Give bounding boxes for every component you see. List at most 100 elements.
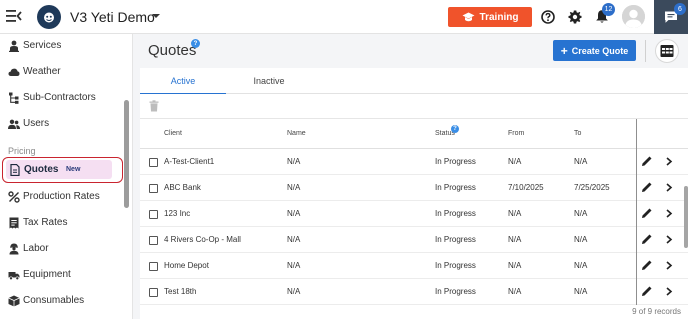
org-name[interactable]: V3 Yeti Demo (70, 9, 155, 25)
cell-from: N/A (508, 209, 522, 218)
hierarchy-icon (8, 92, 20, 104)
column-header-name[interactable]: Name (287, 130, 306, 137)
row-checkbox[interactable] (149, 236, 158, 245)
sidebar-item-weather[interactable]: Weather (0, 60, 124, 84)
cell-client: Test 18th (164, 287, 197, 296)
cell-name: N/A (287, 235, 301, 244)
sidebar-item-users[interactable]: Users (0, 112, 124, 136)
plus-icon: + (560, 43, 568, 58)
sidebar-item-label: Quotes (24, 164, 59, 175)
sidebar-item-tax-rates[interactable]: Tax Rates (0, 211, 124, 235)
tab-bar: Active Inactive (140, 68, 688, 95)
row-checkbox[interactable] (149, 288, 158, 297)
row-checkbox[interactable] (149, 210, 158, 219)
chevron-right-icon[interactable] (665, 235, 673, 244)
active-highlight (6, 160, 112, 179)
column-header-client[interactable]: Client (164, 130, 182, 137)
cell-name: N/A (287, 287, 301, 296)
cell-name: N/A (287, 209, 301, 218)
table-header: Client Name Status ? From To (140, 119, 688, 149)
sidebar-item-label: Services (23, 40, 62, 51)
row-checkbox[interactable] (149, 158, 158, 167)
help-icon[interactable] (541, 10, 555, 24)
table-row[interactable]: ABC Bank N/A In Progress 7/10/2025 7/25/… (140, 175, 688, 201)
pencil-icon[interactable] (641, 155, 653, 167)
table-row[interactable]: A-Test-Client1 N/A In Progress N/A N/A (140, 149, 688, 175)
avatar[interactable] (622, 5, 645, 28)
tab-active[interactable]: Active (140, 68, 226, 95)
chevron-right-icon[interactable] (665, 157, 673, 166)
pencil-icon[interactable] (641, 285, 653, 297)
table-row[interactable]: Home Depot N/A In Progress N/A N/A (140, 253, 688, 279)
cell-name: N/A (287, 157, 301, 166)
table-row[interactable]: Test 18th N/A In Progress N/A N/A (140, 279, 688, 305)
cell-status: In Progress (435, 209, 476, 218)
sidebar-item-label: Sub-Contractors (23, 92, 96, 103)
table-row[interactable]: 123 Inc N/A In Progress N/A N/A (140, 201, 688, 227)
record-count: 9 of 9 records (632, 307, 681, 316)
table-columns-icon (660, 44, 674, 58)
table-toolbar (140, 94, 688, 119)
top-bar: V3 Yeti Demo Training 12 6 (0, 0, 688, 34)
cell-from: N/A (508, 157, 522, 166)
chevron-right-icon[interactable] (665, 183, 673, 192)
sidebar-item-labor[interactable]: Labor (0, 237, 124, 261)
tab-inactive[interactable]: Inactive (226, 68, 312, 94)
cell-client: Home Depot (164, 261, 209, 270)
sidebar-scrollbar[interactable] (124, 100, 129, 208)
sidebar-item-label: Weather (23, 66, 61, 77)
row-checkbox[interactable] (149, 262, 158, 271)
sidebar: Services Weather Sub-Contractors Users P… (0, 34, 133, 319)
users-icon (8, 118, 20, 130)
gear-icon[interactable] (568, 10, 582, 24)
cell-to: N/A (574, 157, 588, 166)
sidebar-item-label: Production Rates (23, 191, 100, 202)
chevron-right-icon[interactable] (665, 261, 673, 270)
org-logo (37, 5, 61, 29)
sidebar-item-services[interactable]: Services (0, 34, 124, 58)
pencil-icon[interactable] (641, 233, 653, 245)
chevron-right-icon[interactable] (665, 287, 673, 296)
sidebar-item-label: Consumables (23, 295, 85, 306)
cell-to: N/A (574, 235, 588, 244)
help-icon[interactable]: ? (191, 39, 200, 48)
trash-icon[interactable] (149, 100, 159, 112)
cell-to: N/A (574, 209, 588, 218)
cell-from: N/A (508, 287, 522, 296)
content-scrollbar[interactable] (684, 186, 688, 248)
row-checkbox[interactable] (149, 184, 158, 193)
sidebar-item-production-rates[interactable]: Production Rates (0, 185, 124, 209)
column-settings-button[interactable] (655, 39, 679, 63)
sidebar-item-consumables[interactable]: Consumables (0, 289, 124, 313)
cell-from: N/A (508, 261, 522, 270)
pencil-icon[interactable] (641, 259, 653, 271)
cell-status: In Progress (435, 157, 476, 166)
cell-status: In Progress (435, 261, 476, 270)
column-header-from[interactable]: From (508, 130, 524, 137)
chevron-down-icon[interactable] (151, 11, 161, 21)
chat-count-badge: 6 (674, 3, 686, 15)
create-quote-button[interactable]: + Create Quote (553, 40, 636, 61)
cell-client: ABC Bank (164, 183, 201, 192)
training-button[interactable]: Training (448, 7, 532, 27)
cell-client: 123 Inc (164, 209, 191, 218)
chevron-right-icon[interactable] (665, 209, 673, 218)
pencil-icon[interactable] (641, 207, 653, 219)
sidebar-item-label: Tax Rates (23, 217, 68, 228)
table-row[interactable]: 4 Rivers Co-Op - Mall N/A In Progress N/… (140, 227, 688, 253)
sidebar-item-equipment[interactable]: Equipment (0, 263, 124, 287)
percent-icon (8, 191, 20, 203)
box-icon (8, 295, 20, 307)
sidebar-item-quotes[interactable]: Quotes New (2, 157, 123, 183)
help-icon[interactable]: ? (451, 125, 459, 133)
collapse-menu-icon[interactable] (6, 9, 22, 23)
page-title: Quotes (148, 42, 197, 59)
divider (645, 40, 646, 62)
cell-to: 7/25/2025 (574, 183, 610, 192)
column-header-to[interactable]: To (574, 130, 581, 137)
sidebar-item-sub-contractors[interactable]: Sub-Contractors (0, 86, 124, 110)
worker-icon (8, 243, 20, 255)
cloud-icon (8, 66, 20, 78)
pencil-icon[interactable] (641, 181, 653, 193)
person-pin-icon (8, 40, 20, 52)
